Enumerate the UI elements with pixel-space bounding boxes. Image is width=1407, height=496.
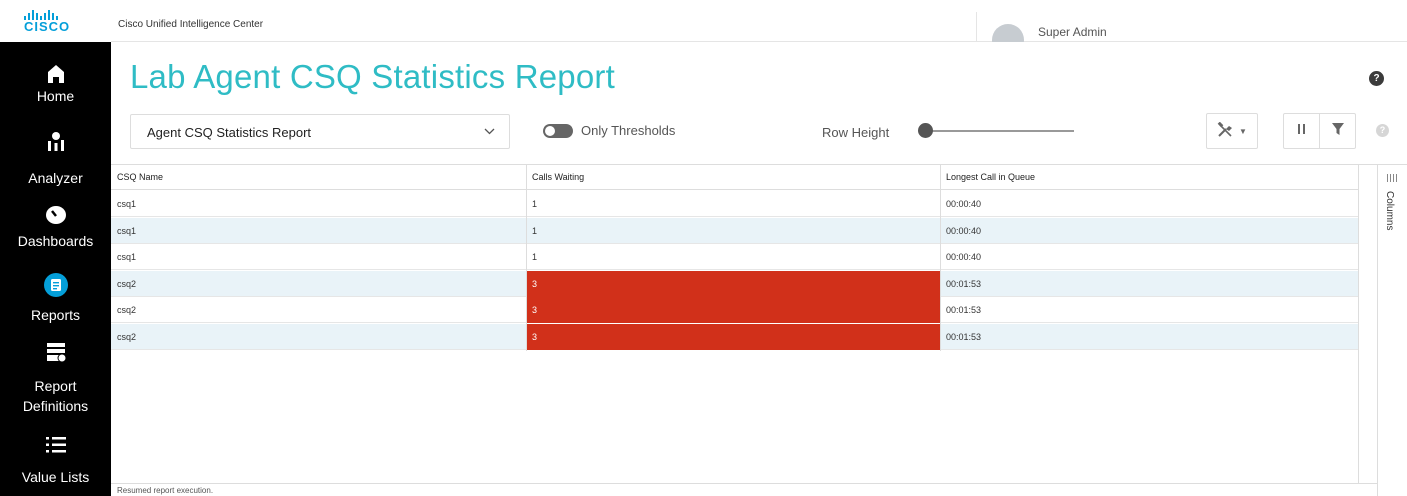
cell-csq-name: csq1 [117, 252, 137, 262]
grid-action-buttons [1283, 113, 1356, 149]
pause-button[interactable] [1284, 114, 1319, 148]
list-icon [44, 433, 68, 457]
cell-longest-call: 00:01:53 [946, 278, 982, 289]
cell-calls-waiting: 1 [532, 199, 538, 209]
sidebar-item-report-definitions[interactable]: Report Definitions [0, 340, 111, 416]
chevron-down-icon [484, 124, 495, 138]
home-icon [44, 62, 68, 86]
table-row[interactable]: csq2 3 00:01:53 [111, 297, 1358, 323]
only-thresholds-label: Only Thresholds [581, 123, 676, 138]
sidebar-item-dashboards[interactable]: Dashboards [0, 203, 111, 251]
table-row[interactable]: csq1 1 00:00:40 [111, 217, 1358, 244]
sidebar-item-label: Report [34, 378, 77, 394]
grid-header: CSQ Name Calls Waiting Longest Call in Q… [111, 165, 1377, 190]
user-menu[interactable]: Super Admin [976, 12, 1407, 42]
cell-csq-name: csq1 [117, 199, 137, 209]
help-icon[interactable]: ? [1369, 71, 1384, 86]
sidebar-item-label: Dashboards [17, 233, 94, 249]
dashboard-icon [44, 203, 68, 227]
cell-calls-waiting: 1 [532, 252, 538, 262]
cell-csq-name: csq1 [117, 225, 137, 236]
analyzer-icon [44, 130, 68, 154]
user-name: Super Admin [1038, 25, 1107, 39]
grid-scrollbar[interactable] [1358, 165, 1377, 485]
sidebar-item-reports[interactable]: Reports [0, 273, 111, 325]
table-row[interactable]: csq2 3 00:01:53 [111, 270, 1358, 297]
cell-longest-call: 00:01:53 [946, 305, 982, 315]
cisco-logo: CISCO [0, 0, 111, 42]
filter-icon [1331, 122, 1345, 141]
cell-csq-name: csq2 [117, 278, 137, 289]
sidebar-item-home[interactable]: Home [0, 62, 111, 106]
cell-csq-name: csq2 [117, 331, 137, 342]
help-icon-secondary[interactable]: ? [1376, 124, 1389, 137]
cell-longest-call: 00:00:40 [946, 252, 982, 262]
report-grid: CSQ Name Calls Waiting Longest Call in Q… [111, 164, 1377, 496]
row-height-slider[interactable] [924, 130, 1074, 132]
column-divider [526, 165, 527, 351]
page-title: Lab Agent CSQ Statistics Report [130, 58, 615, 95]
tools-dropdown-button[interactable]: ▼ [1206, 113, 1258, 149]
caret-down-icon: ▼ [1239, 126, 1247, 136]
row-height-label: Row Height [822, 125, 890, 140]
top-bar: Cisco Unified Intelligence Center Super … [111, 0, 1407, 42]
table-row[interactable]: csq1 1 00:00:40 [111, 191, 1358, 217]
sidebar-item-label: Value Lists [21, 469, 90, 485]
column-header-csq-name[interactable]: CSQ Name [111, 165, 526, 190]
cell-csq-name: csq2 [117, 305, 137, 315]
sidebar-item-label: Analyzer [28, 170, 83, 186]
columns-side-panel[interactable]: Columns [1377, 164, 1407, 496]
only-thresholds-toggle[interactable] [543, 124, 573, 138]
column-header-calls-waiting[interactable]: Calls Waiting [526, 165, 940, 190]
cell-longest-call: 00:01:53 [946, 331, 982, 342]
sidebar-item-label-line2: Definitions [22, 398, 89, 414]
sidebar-nav: CISCO Home Analyzer Dashboards Reports R… [0, 0, 111, 496]
reports-icon [43, 273, 68, 297]
tools-icon [1217, 121, 1235, 141]
report-select[interactable]: Agent CSQ Statistics Report [130, 114, 510, 149]
status-message: Resumed report execution. [117, 486, 214, 495]
table-row[interactable]: csq1 1 00:00:40 [111, 244, 1358, 270]
column-header-longest-call[interactable]: Longest Call in Queue [940, 165, 1358, 190]
sidebar-item-label: Home [36, 88, 75, 104]
cell-calls-waiting: 1 [532, 225, 538, 236]
cisco-logo-text: CISCO [24, 19, 71, 34]
status-bar: Resumed report execution. [111, 483, 1377, 496]
cell-calls-waiting: 3 [526, 270, 940, 297]
pause-icon [1297, 122, 1307, 140]
report-definitions-icon [44, 340, 68, 364]
sidebar-item-analyzer[interactable]: Analyzer [0, 130, 111, 188]
columns-tab[interactable]: Columns [1384, 191, 1395, 230]
cell-calls-waiting: 3 [526, 323, 940, 350]
filter-button[interactable] [1319, 114, 1355, 148]
row-height-slider-handle[interactable] [918, 123, 933, 138]
columns-icon [1387, 174, 1397, 182]
cell-longest-call: 00:00:40 [946, 199, 982, 209]
toggle-knob [545, 126, 555, 136]
table-row[interactable]: csq2 3 00:01:53 [111, 323, 1358, 350]
report-select-value: Agent CSQ Statistics Report [147, 125, 312, 140]
cell-longest-call: 00:00:40 [946, 225, 982, 236]
column-divider [940, 165, 941, 351]
sidebar-item-value-lists[interactable]: Value Lists [0, 433, 111, 487]
avatar [992, 24, 1024, 42]
cell-calls-waiting: 3 [526, 297, 940, 323]
sidebar-item-label: Reports [30, 307, 81, 323]
app-title: Cisco Unified Intelligence Center [118, 19, 264, 30]
